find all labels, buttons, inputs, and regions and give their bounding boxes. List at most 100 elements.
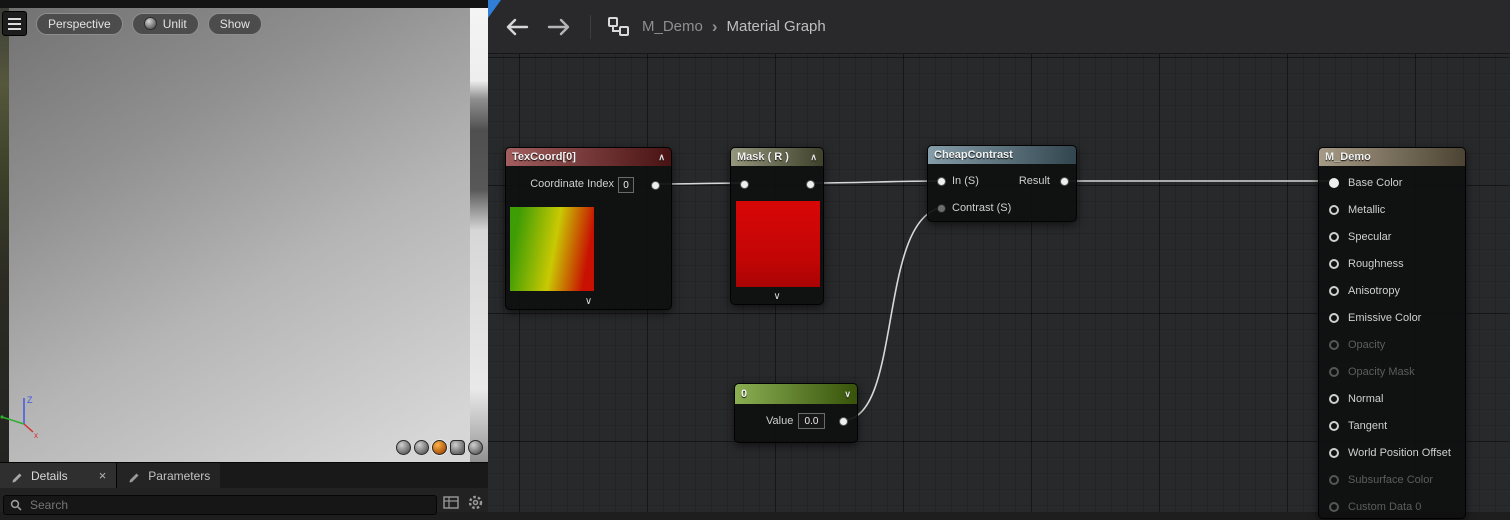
contrast-contrast-pin[interactable] bbox=[937, 204, 946, 213]
pin-icon[interactable] bbox=[1329, 420, 1339, 431]
pin-icon[interactable] bbox=[1329, 393, 1339, 404]
pin-icon[interactable] bbox=[1329, 312, 1339, 323]
preview-mesh-custom-button[interactable] bbox=[468, 440, 483, 455]
view-mode-button[interactable]: Unlit bbox=[131, 12, 199, 35]
tab-parameters-label: Parameters bbox=[148, 468, 211, 483]
chevron-down-icon[interactable]: ∨ bbox=[506, 296, 671, 308]
material-graph-panel[interactable]: M_Demo › Material Graph TexCoord[0] ∧ Co… bbox=[488, 0, 1510, 519]
pin-icon[interactable] bbox=[1329, 285, 1339, 296]
gear-icon[interactable] bbox=[467, 494, 484, 511]
viewport-right-scene-edge bbox=[470, 8, 488, 462]
material-pin-normal[interactable]: Normal bbox=[1319, 385, 1465, 412]
node-texcoord[interactable]: TexCoord[0] ∧ Coordinate Index ∨ bbox=[505, 147, 672, 310]
tab-parameters[interactable]: Parameters bbox=[117, 463, 221, 488]
node-material-header[interactable]: M_Demo bbox=[1319, 148, 1465, 166]
preview-mesh-selector bbox=[396, 440, 483, 455]
scalar-output-pin[interactable] bbox=[839, 417, 848, 426]
viewport-top-edge bbox=[0, 0, 488, 8]
search-box[interactable] bbox=[3, 495, 437, 515]
material-pin-base-color[interactable]: Base Color bbox=[1319, 169, 1465, 196]
material-pin-subsurface-color: Subsurface Color bbox=[1319, 466, 1465, 493]
material-pin-specular[interactable]: Specular bbox=[1319, 223, 1465, 250]
breadcrumb-root[interactable]: M_Demo bbox=[642, 18, 703, 35]
viewport-toolbar: Perspective Unlit Show bbox=[2, 11, 262, 36]
details-search-row bbox=[0, 488, 488, 515]
pin-icon bbox=[1329, 501, 1339, 512]
node-cheap-contrast-header[interactable]: CheapContrast bbox=[928, 146, 1076, 164]
pin-icon[interactable] bbox=[1329, 447, 1339, 458]
mask-input-pin[interactable] bbox=[740, 180, 749, 189]
parameters-icon bbox=[129, 473, 139, 482]
material-pin-opacity: Opacity bbox=[1319, 331, 1465, 358]
contrast-in-label: In (S) bbox=[952, 175, 979, 187]
pin-icon[interactable] bbox=[1329, 204, 1339, 215]
chevron-up-icon[interactable]: ∧ bbox=[810, 152, 817, 163]
close-icon[interactable]: × bbox=[99, 468, 107, 483]
preview-mesh-cube-button[interactable] bbox=[450, 440, 465, 455]
material-pin-metallic[interactable]: Metallic bbox=[1319, 196, 1465, 223]
coordinate-index-label: Coordinate Index bbox=[530, 178, 614, 190]
gizmo-z-label: Z bbox=[27, 395, 33, 405]
material-pin-anisotropy[interactable]: Anisotropy bbox=[1319, 277, 1465, 304]
search-icon bbox=[10, 499, 22, 511]
texcoord-output-pin[interactable] bbox=[651, 181, 660, 190]
coordinate-index-field[interactable] bbox=[618, 177, 634, 193]
forward-arrow-icon bbox=[547, 18, 570, 35]
contrast-result-pin[interactable] bbox=[1060, 177, 1069, 186]
axis-gizmo: Z x bbox=[0, 395, 38, 440]
chevron-down-icon[interactable]: ∨ bbox=[731, 291, 823, 303]
preview-mesh-selected-sphere-button[interactable] bbox=[432, 440, 447, 455]
node-scalar-header[interactable]: 0 ∨ bbox=[735, 384, 857, 404]
mask-output-pin[interactable] bbox=[806, 180, 815, 189]
pin-icon[interactable] bbox=[1329, 231, 1339, 242]
node-scalar-constant[interactable]: 0 ∨ Value bbox=[734, 383, 858, 443]
unlit-sphere-icon bbox=[143, 17, 157, 30]
wire-scalar-to-contrast bbox=[843, 207, 941, 421]
node-texcoord-title: TexCoord[0] bbox=[512, 151, 576, 163]
viewport-menu-button[interactable] bbox=[2, 11, 27, 36]
node-scalar-title: 0 bbox=[741, 388, 748, 400]
graph-hierarchy-icon bbox=[607, 16, 630, 37]
search-input[interactable] bbox=[28, 497, 430, 513]
texcoord-uv-preview bbox=[510, 207, 594, 291]
preview-mesh-sphere-button[interactable] bbox=[414, 440, 429, 455]
material-pin-opacity-mask: Opacity Mask bbox=[1319, 358, 1465, 385]
back-arrow-icon bbox=[506, 18, 529, 35]
search-row-icons bbox=[443, 494, 484, 511]
node-cheap-contrast[interactable]: CheapContrast In (S) Result Contrast (S) bbox=[927, 145, 1077, 222]
pin-icon bbox=[1329, 474, 1339, 485]
material-pin-world-position-offset[interactable]: World Position Offset bbox=[1319, 439, 1465, 466]
tab-details-label: Details bbox=[31, 468, 68, 483]
preview-viewport[interactable]: Perspective Unlit Show Z x bbox=[0, 0, 488, 462]
contrast-in-pin[interactable] bbox=[937, 177, 946, 186]
bottom-tab-bar: Details × Parameters bbox=[0, 462, 488, 488]
node-mask-header[interactable]: Mask ( R ) ∧ bbox=[731, 148, 823, 166]
node-mask-title: Mask ( R ) bbox=[737, 151, 789, 163]
node-texcoord-header[interactable]: TexCoord[0] ∧ bbox=[506, 148, 671, 166]
material-pin-roughness[interactable]: Roughness bbox=[1319, 250, 1465, 277]
material-pin-tangent[interactable]: Tangent bbox=[1319, 412, 1465, 439]
breadcrumb-current: Material Graph bbox=[726, 18, 826, 35]
preview-mesh-cylinder-button[interactable] bbox=[396, 440, 411, 455]
node-cheap-contrast-title: CheapContrast bbox=[934, 149, 1013, 161]
hamburger-icon bbox=[8, 17, 21, 30]
gizmo-x-label: x bbox=[34, 431, 38, 440]
tab-details[interactable]: Details × bbox=[0, 463, 117, 488]
scalar-value-field[interactable] bbox=[798, 413, 825, 429]
chevron-down-icon[interactable]: ∨ bbox=[844, 389, 851, 400]
perspective-button[interactable]: Perspective bbox=[36, 12, 123, 35]
pin-icon bbox=[1329, 339, 1339, 350]
back-button[interactable] bbox=[504, 18, 530, 36]
pin-icon[interactable] bbox=[1329, 258, 1339, 269]
table-view-icon[interactable] bbox=[443, 495, 459, 510]
material-pin-custom-data-0: Custom Data 0 bbox=[1319, 493, 1465, 520]
wire-mask-to-contrast bbox=[810, 180, 941, 184]
chevron-up-icon[interactable]: ∧ bbox=[658, 152, 665, 163]
pin-icon bbox=[1329, 366, 1339, 377]
node-mask[interactable]: Mask ( R ) ∧ ∨ bbox=[730, 147, 824, 305]
show-button[interactable]: Show bbox=[207, 12, 262, 35]
forward-button[interactable] bbox=[546, 18, 572, 36]
pin-icon[interactable] bbox=[1329, 177, 1339, 188]
node-material-result[interactable]: M_Demo Base Color Metallic Specular Roug… bbox=[1318, 147, 1466, 519]
material-pin-emissive-color[interactable]: Emissive Color bbox=[1319, 304, 1465, 331]
